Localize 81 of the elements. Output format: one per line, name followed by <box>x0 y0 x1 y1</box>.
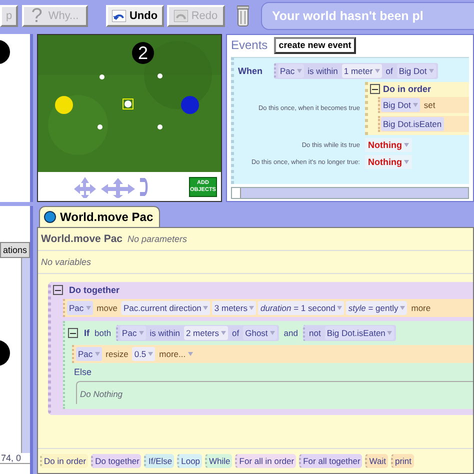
value-dropdown[interactable]: style = gently <box>346 301 408 315</box>
dropdown-arrow-icon <box>188 352 193 356</box>
status-banner: Your world hasn't been pl <box>261 2 474 30</box>
ball-icon <box>44 211 56 223</box>
object-dropdown[interactable]: Pac <box>67 301 93 315</box>
collapse-icon[interactable] <box>53 285 63 295</box>
coordinates-label: 74, 0 <box>0 453 22 463</box>
dropdown-arrow-icon <box>148 352 154 356</box>
object-dropdown[interactable]: Pac <box>76 347 102 361</box>
nothing-dropdown[interactable]: Nothing <box>365 155 412 169</box>
move-arrows-icon[interactable] <box>100 176 136 198</box>
help-icon: ? <box>31 4 42 28</box>
palette-item[interactable]: While <box>205 454 232 468</box>
move-arrows-icon[interactable] <box>72 176 98 198</box>
block-label: Do together <box>69 285 120 295</box>
value-dropdown[interactable]: duration = 1 second <box>258 301 344 315</box>
if-label: If <box>84 328 90 338</box>
object-dropdown[interactable]: Pac <box>278 64 304 78</box>
when-label: When <box>238 66 264 76</box>
dropdown-arrow-icon <box>374 69 380 73</box>
keyword-label: not <box>308 327 322 340</box>
dropdown-arrow-icon <box>221 331 226 335</box>
object-dropdown[interactable]: Big Dot <box>381 98 420 112</box>
nothing-dropdown[interactable]: Nothing <box>365 138 412 152</box>
palette-item[interactable]: For all together <box>299 454 362 468</box>
dropdown-arrow-icon <box>404 143 409 147</box>
variables-label: No variables <box>41 257 92 267</box>
parameters-label: No parameters <box>128 234 188 244</box>
object-dropdown[interactable]: Ghost <box>243 326 277 340</box>
palette-item[interactable]: print <box>390 454 414 468</box>
keyword-label: of <box>384 65 394 78</box>
palette-item[interactable]: Do in order <box>40 454 88 468</box>
palette-item[interactable]: For all in order <box>235 454 296 468</box>
horizontal-scrollbar[interactable] <box>231 187 469 199</box>
tab[interactable]: ations <box>0 242 30 258</box>
dropdown-arrow-icon <box>94 352 100 356</box>
create-event-button[interactable]: create new event <box>274 36 356 54</box>
palette-item[interactable]: Do together <box>91 454 142 468</box>
dropdown-arrow-icon <box>337 306 342 310</box>
rotate-arrows-icon[interactable] <box>138 176 150 198</box>
palette-item[interactable]: If/Else <box>144 454 174 468</box>
object-dropdown[interactable]: Big Dot.isEaten <box>324 326 394 340</box>
block-label: Do in order <box>383 84 432 94</box>
dropdown-arrow-icon <box>203 306 208 310</box>
dropdown-arrow-icon <box>138 331 144 335</box>
events-title: Events <box>231 38 268 52</box>
dropdown-arrow-icon <box>296 69 302 73</box>
keyword-label: of <box>231 327 240 340</box>
undo-button[interactable]: Undo <box>106 5 164 27</box>
keyword-label: is within <box>148 327 181 340</box>
do-nothing-label: Do Nothing <box>80 389 123 399</box>
trash-icon[interactable] <box>237 5 249 27</box>
vertical-scrollbar[interactable] <box>21 258 30 453</box>
palette-item[interactable]: Loop <box>177 454 202 468</box>
dropdown-arrow-icon <box>428 69 434 73</box>
redo-icon <box>174 10 188 22</box>
value-dropdown[interactable]: Pac.current direction <box>121 301 210 315</box>
object-dropdown[interactable]: Pac <box>120 326 146 340</box>
palette-item[interactable]: Wait <box>365 454 388 468</box>
value-dropdown[interactable]: 2 meters <box>184 326 228 340</box>
dropdown-arrow-icon <box>404 160 409 164</box>
keyword-label: and <box>282 327 299 340</box>
object-tile: Big Dot.isEaten <box>381 117 444 131</box>
value-dropdown[interactable]: 1 meter <box>342 64 382 78</box>
keyword-label: both <box>94 327 112 340</box>
value-dropdown[interactable]: 3 meters <box>212 301 256 315</box>
method-tab[interactable]: World.move Pac <box>39 206 160 227</box>
object-dropdown[interactable]: Big Dot <box>396 64 436 78</box>
value-dropdown[interactable]: 0.5 <box>132 347 156 361</box>
dropdown-arrow-icon <box>412 103 418 107</box>
method-name: World.move Pac <box>41 233 122 245</box>
dropdown-arrow-icon <box>270 331 275 335</box>
collapse-icon[interactable] <box>370 84 380 94</box>
dropdown-arrow-icon <box>387 331 392 335</box>
keyword-label: is within <box>306 65 339 78</box>
undo-icon <box>112 10 126 22</box>
collapse-icon[interactable] <box>68 328 78 338</box>
dropdown-arrow-icon <box>249 306 254 310</box>
dropdown-arrow-icon <box>86 306 91 310</box>
dropdown-arrow-icon <box>400 306 406 310</box>
else-label: Else <box>74 367 93 377</box>
